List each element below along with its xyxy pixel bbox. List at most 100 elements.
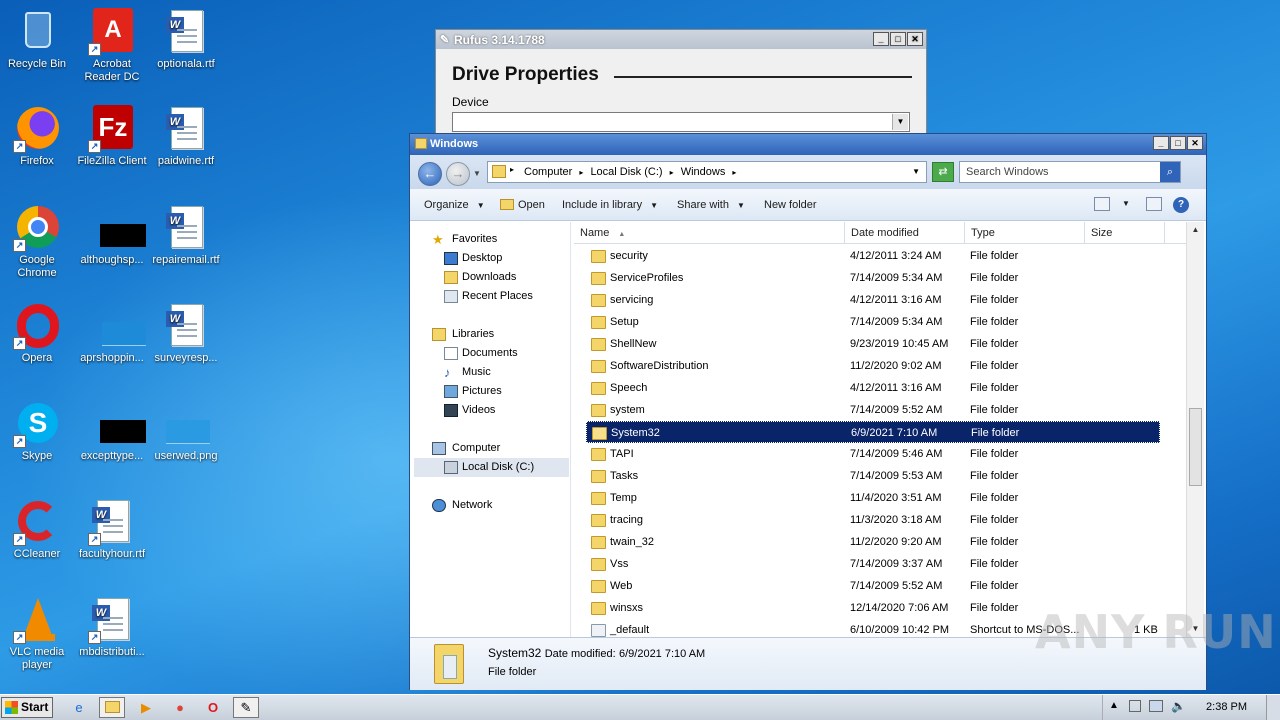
chrome-taskbar-icon[interactable]: ● [167,697,193,718]
table-row[interactable]: tracing 11/3/2020 3:18 AM File folder [586,509,1160,531]
rufus-taskbar-icon[interactable]: ✎ [233,697,259,718]
maximize-button[interactable]: □ [890,32,906,46]
desktop-icon-userwed[interactable]: userwed.png [149,400,223,463]
include-in-library-button[interactable]: Include in library ▼ [562,199,658,211]
nav-music[interactable]: ♪ Music [414,363,569,382]
nav-local-disk[interactable]: Local Disk (C:) [414,458,569,477]
desktop-icon-filezilla[interactable]: Fz ↗ FileZilla Client [75,105,149,168]
refresh-button[interactable]: ⇄ [932,162,954,182]
desktop-icon-optionala[interactable]: W optionala.rtf [149,8,223,71]
chevron-down-icon[interactable]: ▼ [1122,199,1130,208]
table-row[interactable]: TAPI 7/14/2009 5:46 AM File folder [586,443,1160,465]
show-hidden-icons-icon[interactable]: ▲ [1109,700,1119,711]
desktop-icon-mbdistributi[interactable]: W ↗ mbdistributi... [75,596,149,659]
recent-pages-chevron-icon[interactable]: ▼ [473,169,481,178]
back-button[interactable]: ← [418,162,442,186]
rufus-titlebar[interactable]: ✎ Rufus 3.14.1788 _ □ ✕ [436,30,926,49]
desktop-icon-facultyhour[interactable]: W ↗ facultyhour.rtf [75,498,149,561]
open-button[interactable]: Open [500,199,545,211]
nav-videos[interactable]: Videos [414,401,569,420]
address-dropdown-icon[interactable]: ▼ [912,167,920,176]
column-type[interactable]: Type [965,222,1085,244]
table-row[interactable]: servicing 4/12/2011 3:16 AM File folder [586,289,1160,311]
desktop-icon-repairemail[interactable]: W repairemail.rtf [149,204,223,267]
explorer-titlebar[interactable]: Windows _ □ ✕ [410,134,1206,155]
vertical-scrollbar[interactable]: ▲ ▼ [1186,222,1204,637]
share-with-button[interactable]: Share with ▼ [677,199,745,211]
desktop-icon-paidwine[interactable]: W paidwine.rtf [149,105,223,168]
close-button[interactable]: ✕ [1187,136,1203,150]
start-button[interactable]: Start [1,697,53,718]
minimize-button[interactable]: _ [873,32,889,46]
breadcrumb-windows[interactable]: Windows [681,166,726,178]
nav-computer[interactable]: Computer [414,439,569,458]
table-row[interactable]: Tasks 7/14/2009 5:53 AM File folder [586,465,1160,487]
search-icon[interactable]: ⌕ [1160,162,1180,182]
desktop-icon-recycle-bin[interactable]: Recycle Bin [0,8,74,71]
media-player-icon[interactable]: ▶ [133,697,159,718]
scroll-thumb[interactable] [1189,408,1202,486]
minimize-button[interactable]: _ [1153,136,1169,150]
desktop-icon-ccleaner[interactable]: ↗ CCleaner [0,498,74,561]
search-input[interactable]: Search Windows ⌕ [959,161,1181,183]
view-options-icon[interactable] [1094,197,1110,211]
column-date[interactable]: Date modified [845,222,965,244]
rufus-window[interactable]: ✎ Rufus 3.14.1788 _ □ ✕ Drive Properties… [435,29,927,139]
table-row[interactable]: System32 6/9/2021 7:10 AM File folder [586,421,1160,443]
desktop-icon-skype[interactable]: S ↗ Skype [0,400,74,463]
table-row[interactable]: security 4/12/2011 3:24 AM File folder [586,245,1160,267]
nav-documents[interactable]: Documents [414,344,569,363]
desktop-icon-excepttype[interactable]: excepttype... [75,400,149,463]
table-row[interactable]: ServiceProfiles 7/14/2009 5:34 AM File fol… [586,267,1160,289]
nav-recent-places[interactable]: Recent Places [414,287,569,306]
desktop-icon-firefox[interactable]: ↗ Firefox [0,105,74,168]
action-center-icon[interactable] [1129,700,1141,712]
nav-network[interactable]: Network [414,496,569,515]
table-row[interactable]: ShellNew 9/23/2019 10:45 AM File folder [586,333,1160,355]
close-button[interactable]: ✕ [907,32,923,46]
table-row[interactable]: Temp 11/4/2020 3:51 AM File folder [586,487,1160,509]
column-name[interactable]: Name ▲ [574,222,845,244]
address-bar[interactable]: ▸ Computer ▸ Local Disk (C:) ▸ Windows ▸… [487,161,927,183]
table-row[interactable]: system 7/14/2009 5:52 AM File folder [586,399,1160,421]
desktop-icon-acrobat[interactable]: A ↗ Acrobat Reader DC [75,8,149,84]
desktop-icon-althoughsp[interactable]: althoughsp... [75,204,149,267]
nav-libraries[interactable]: Libraries [414,325,569,344]
internet-explorer-icon[interactable]: e [66,697,92,718]
desktop-icon-vlc[interactable]: ↗ VLC media player [0,596,74,672]
table-row[interactable]: Vss 7/14/2009 3:37 AM File folder [586,553,1160,575]
nav-pictures[interactable]: Pictures [414,382,569,401]
table-row[interactable]: Web 7/14/2009 5:52 AM File folder [586,575,1160,597]
help-icon[interactable]: ? [1173,197,1189,213]
desktop-icon-opera[interactable]: ↗ Opera [0,302,74,365]
device-dropdown[interactable]: ▼ [452,112,910,132]
network-tray-icon[interactable] [1149,700,1163,712]
start-label: Start [21,700,49,714]
explorer-taskbar-icon[interactable] [99,697,125,718]
music-icon: ♪ [444,365,451,380]
opera-taskbar-icon[interactable]: O [200,697,226,718]
scroll-up-icon[interactable]: ▲ [1187,222,1204,238]
show-desktop-button[interactable] [1266,695,1280,720]
forward-button[interactable]: → [446,162,470,186]
desktop-icon-surveyresp[interactable]: W surveyresp... [149,302,223,365]
table-row[interactable]: Speech 4/12/2011 3:16 AM File folder [586,377,1160,399]
desktop-icon-aprshoppin[interactable]: aprshoppin... [75,302,149,365]
nav-desktop[interactable]: Desktop [414,249,569,268]
table-row[interactable]: SoftwareDistribution 11/2/2020 9:02 AM Fil… [586,355,1160,377]
videos-icon [444,404,458,417]
nav-favorites[interactable]: ★ Favorites [414,230,569,249]
desktop-icon-chrome[interactable]: ↗ Google Chrome [0,204,74,280]
clock[interactable]: 2:38 PM [1206,701,1247,713]
table-row[interactable]: twain_32 11/2/2020 9:20 AM File folder [586,531,1160,553]
preview-pane-icon[interactable] [1146,197,1162,211]
organize-button[interactable]: Organize ▼ [424,199,485,211]
breadcrumb-local-disk[interactable]: Local Disk (C:) [590,166,662,178]
column-size[interactable]: Size [1085,222,1165,244]
maximize-button[interactable]: □ [1170,136,1186,150]
nav-downloads[interactable]: Downloads [414,268,569,287]
volume-icon[interactable]: 🔈 [1171,699,1186,713]
table-row[interactable]: Setup 7/14/2009 5:34 AM File folder [586,311,1160,333]
breadcrumb-computer[interactable]: Computer [524,166,572,178]
new-folder-button[interactable]: New folder [764,199,817,211]
